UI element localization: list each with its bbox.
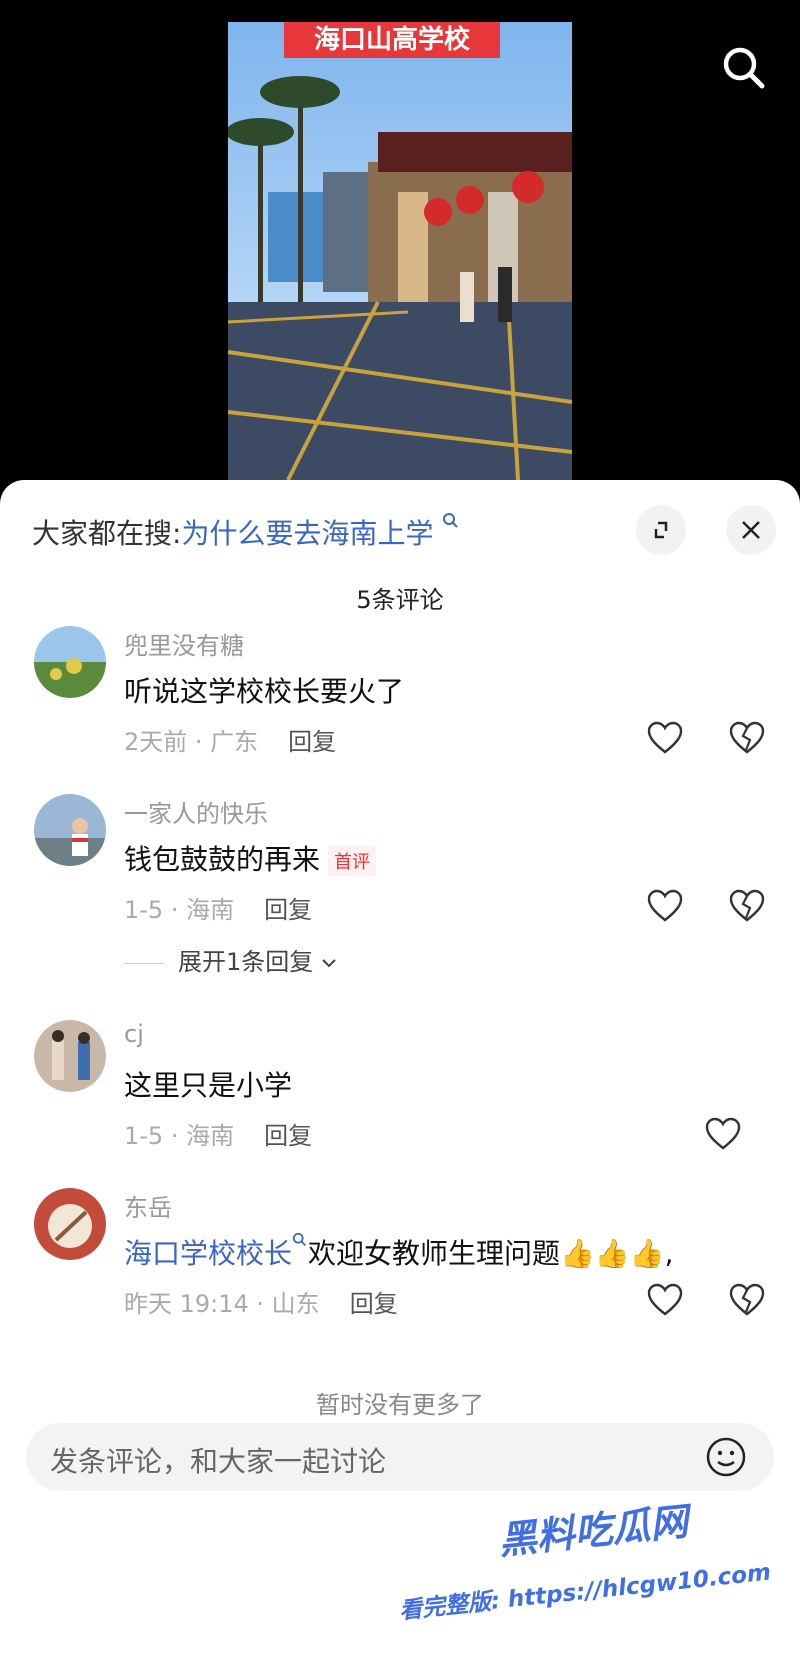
search-small-icon xyxy=(443,513,459,528)
expand-replies-button[interactable]: 展开1条回复 xyxy=(124,942,337,977)
comment-time-location: 2天前 · 广东 xyxy=(124,728,259,756)
emoji-icon[interactable] xyxy=(704,1435,748,1479)
reply-button[interactable]: 回复 xyxy=(264,896,312,924)
comment-sheet: 大家都在搜:为什么要去海南上学 5条评论 兜里没有糖 听说这学校校长要火了 2天… xyxy=(0,480,800,1658)
comment-text: 钱包鼓鼓的再来 xyxy=(124,843,321,876)
comment-input[interactable]: 发条评论，和大家一起讨论 xyxy=(26,1423,774,1491)
search-icon xyxy=(723,47,765,89)
expand-button[interactable] xyxy=(636,505,686,555)
video-banner-text: 海口山高学校 xyxy=(313,25,470,55)
comment-username[interactable]: 兜里没有糖 xyxy=(124,626,244,661)
search-small-icon xyxy=(292,1232,306,1246)
comment-username[interactable]: 东岳 xyxy=(124,1188,172,1223)
comment-meta: 2天前 · 广东 回复 xyxy=(124,722,336,757)
comment-meta: 1-5 · 海南 回复 xyxy=(124,1116,312,1151)
avatar[interactable] xyxy=(34,1188,106,1260)
reply-button[interactable]: 回复 xyxy=(350,1290,398,1318)
comment-text: 听说这学校校长要火了 xyxy=(124,675,405,708)
comment-username[interactable]: cj xyxy=(124,1020,144,1048)
video-player[interactable]: 海口山高学校 xyxy=(0,0,800,490)
close-icon xyxy=(742,521,760,539)
first-comment-badge: 首评 xyxy=(328,846,377,876)
video-frame: 海口山高学校 xyxy=(228,22,572,480)
avatar[interactable] xyxy=(34,794,106,866)
close-button[interactable] xyxy=(726,505,776,555)
search-button[interactable] xyxy=(716,40,772,96)
comment-input-placeholder: 发条评论，和大家一起讨论 xyxy=(50,1445,387,1478)
like-icon[interactable] xyxy=(646,888,684,924)
dislike-icon[interactable] xyxy=(728,720,766,756)
trending-search-query[interactable]: 为什么要去海南上学 xyxy=(181,517,433,550)
avatar[interactable] xyxy=(34,1020,106,1092)
chevron-down-icon xyxy=(322,959,336,968)
like-icon[interactable] xyxy=(646,720,684,756)
expand-icon xyxy=(654,521,668,539)
comment-time-location: 1-5 · 海南 xyxy=(124,896,235,924)
comment-meta: 昨天 19:14 · 山东 回复 xyxy=(124,1284,398,1319)
thumbs-up-emojis: 👍👍👍, xyxy=(560,1237,674,1270)
dislike-icon[interactable] xyxy=(728,888,766,924)
trending-search-prefix: 大家都在搜: xyxy=(32,517,182,550)
like-icon[interactable] xyxy=(704,1116,742,1152)
trending-search[interactable]: 大家都在搜:为什么要去海南上学 xyxy=(32,512,460,552)
comment-time-location: 1-5 · 海南 xyxy=(124,1122,235,1150)
divider xyxy=(124,962,164,964)
comment-text-row: 海口学校校长 欢迎女教师生理问题👍👍👍, xyxy=(124,1232,674,1272)
comment-count: 5条评论 xyxy=(356,586,444,614)
comment-text: 欢迎女教师生理问题 xyxy=(308,1237,561,1270)
like-icon[interactable] xyxy=(646,1282,684,1318)
reply-button[interactable]: 回复 xyxy=(264,1122,312,1150)
no-more-text: 暂时没有更多了 xyxy=(316,1391,484,1419)
avatar[interactable] xyxy=(34,626,106,698)
dislike-icon[interactable] xyxy=(728,1282,766,1318)
comment-username[interactable]: 一家人的快乐 xyxy=(124,794,268,829)
comment-time-location: 昨天 19:14 · 山东 xyxy=(124,1290,320,1318)
comment-text: 这里只是小学 xyxy=(124,1069,293,1102)
comment-search-link[interactable]: 海口学校校长 xyxy=(124,1237,292,1270)
comment-text-row: 钱包鼓鼓的再来 首评 xyxy=(124,838,377,878)
expand-replies-label: 展开1条回复 xyxy=(178,948,314,976)
reply-button[interactable]: 回复 xyxy=(288,728,336,756)
comment-meta: 1-5 · 海南 回复 xyxy=(124,890,312,925)
